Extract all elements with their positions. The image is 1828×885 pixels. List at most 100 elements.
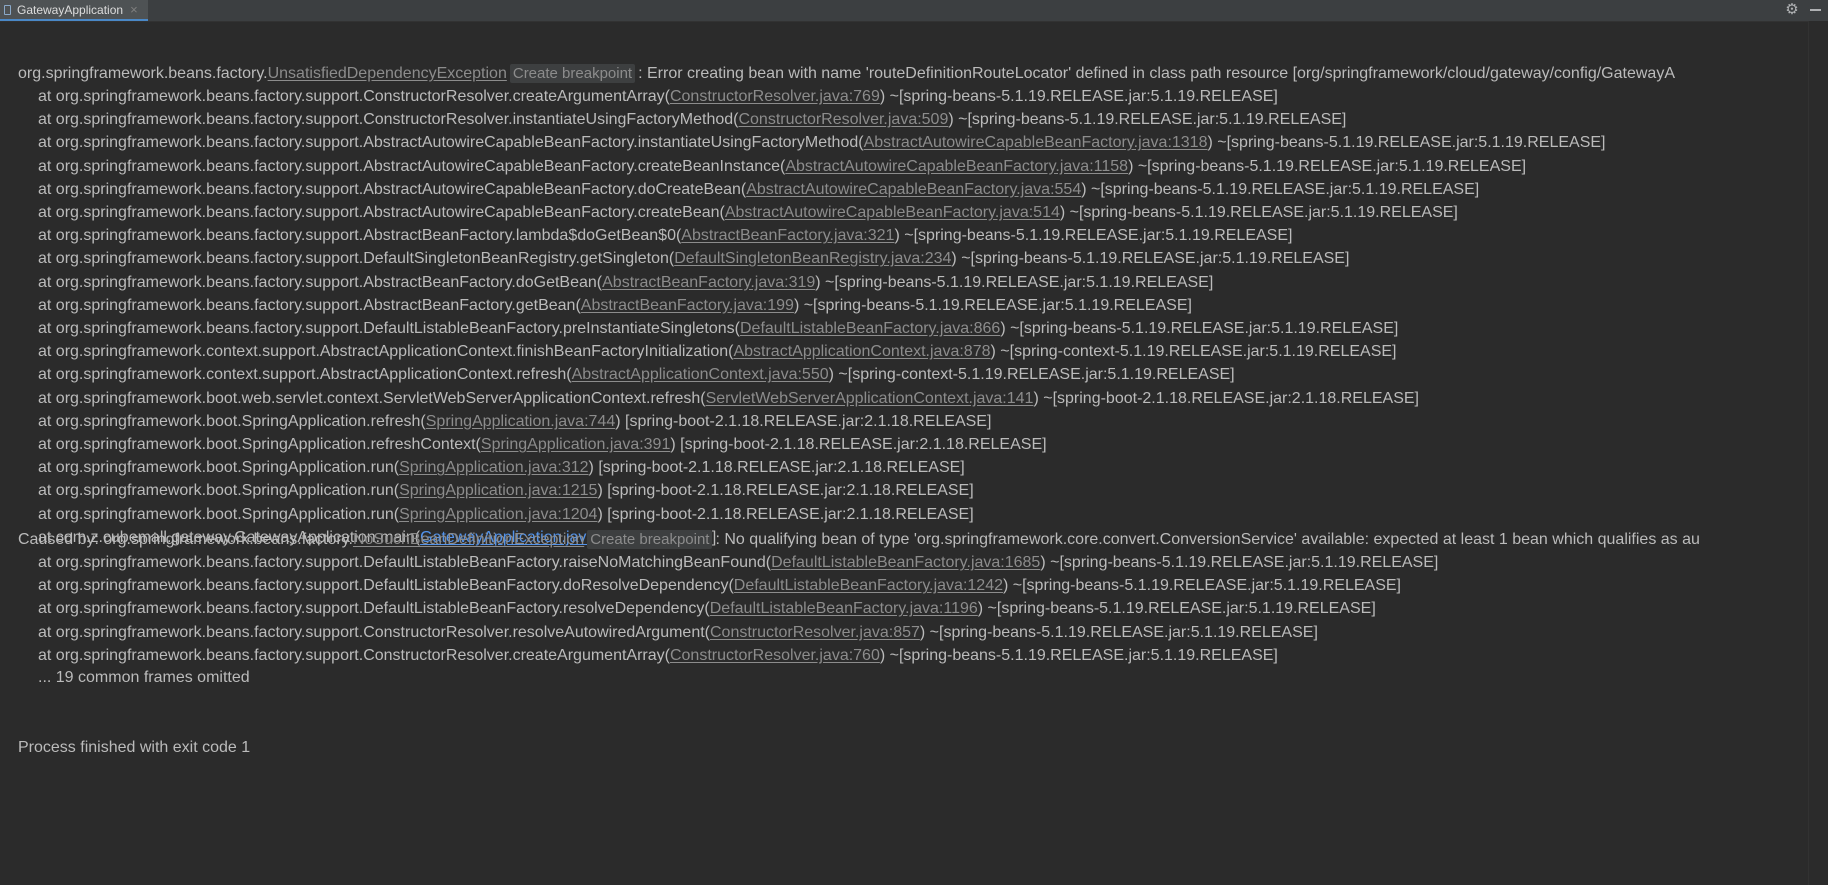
frame-source-link[interactable]: ServletWebServerApplicationContext.java:… — [706, 390, 1034, 407]
frame-source-link[interactable]: DefaultSingletonBeanRegistry.java:234 — [674, 250, 951, 267]
tab-gateway-application[interactable]: GatewayApplication × — [0, 0, 148, 21]
frame-method: at org.springframework.context.support.A… — [38, 366, 572, 384]
frame-method: at org.springframework.beans.factory.sup… — [38, 227, 682, 245]
frame-jar-info: ) ~[spring-beans-5.1.19.RELEASE.jar:5.1.… — [1002, 577, 1401, 595]
run-config-icon — [4, 4, 11, 15]
frame-method: at org.springframework.beans.factory.sup… — [38, 250, 675, 268]
frame-jar-info: ) [spring-boot-2.1.18.RELEASE.jar:2.1.18… — [615, 412, 992, 430]
frame-jar-info: ) ~[spring-beans-5.1.19.RELEASE.jar:5.1.… — [919, 623, 1318, 641]
tool-window-tabbar: GatewayApplication × ⚙ — [0, 0, 1828, 22]
frame-source-link[interactable]: ConstructorResolver.java:857 — [710, 624, 920, 641]
caused-class-link[interactable]: NoSuchBeanDefinitionException — [353, 531, 584, 548]
stack-frame-line: at org.springframework.boot.SpringApplic… — [38, 504, 974, 526]
frame-method: at org.springframework.beans.factory.sup… — [38, 554, 772, 571]
frame-source-link[interactable]: ConstructorResolver.java:760 — [670, 647, 880, 664]
console-output[interactable]: org.springframework.beans.factory.Unsati… — [0, 21, 1809, 885]
frame-source-link[interactable]: AbstractAutowireCapableBeanFactory.java:… — [864, 134, 1208, 151]
create-breakpoint-button[interactable]: Create breakpoint — [587, 530, 713, 549]
stack-frame-line: at org.springframework.beans.factory.sup… — [38, 132, 1605, 154]
stack-frame-line: at org.springframework.beans.factory.sup… — [38, 86, 1278, 108]
frame-source-link[interactable]: AbstractBeanFactory.java:321 — [681, 227, 894, 244]
frame-source-link[interactable]: SpringApplication.java:312 — [399, 459, 588, 476]
frame-source-link[interactable]: SpringApplication.java:391 — [481, 436, 670, 453]
frame-source-link[interactable]: AbstractBeanFactory.java:319 — [602, 274, 815, 291]
frame-method: at org.springframework.boot.SpringApplic… — [38, 436, 481, 453]
frame-source-link[interactable]: ConstructorResolver.java:509 — [738, 111, 948, 128]
frame-jar-info: ) ~[spring-beans-5.1.19.RELEASE.jar:5.1.… — [1081, 180, 1480, 198]
frame-method: at org.springframework.boot.web.servlet.… — [38, 389, 706, 407]
caused-by-line: Caused by: org.springframework.beans.fac… — [18, 529, 1700, 551]
frame-jar-info: ) [spring-boot-2.1.18.RELEASE.jar:2.1.18… — [597, 505, 974, 523]
frame-method: at org.springframework.context.support.A… — [38, 343, 734, 361]
stack-frame-line: at org.springframework.boot.SpringApplic… — [38, 457, 965, 479]
frame-jar-info: ) ~[spring-context-5.1.19.RELEASE.jar:5.… — [828, 366, 1235, 384]
frame-source-link[interactable]: ConstructorResolver.java:769 — [670, 88, 880, 105]
frame-source-link[interactable]: AbstractAutowireCapableBeanFactory.java:… — [725, 204, 1060, 221]
frame-method: at org.springframework.beans.factory.sup… — [38, 88, 670, 105]
frame-method: at org.springframework.beans.factory.sup… — [38, 296, 581, 314]
stack-frame-line: at org.springframework.beans.factory.sup… — [38, 598, 1376, 620]
frame-source-link[interactable]: AbstractAutowireCapableBeanFactory.java:… — [785, 158, 1128, 175]
stack-frame-line: at org.springframework.boot.SpringApplic… — [38, 411, 991, 433]
frame-source-link[interactable]: DefaultListableBeanFactory.java:866 — [740, 320, 1000, 337]
frame-source-link[interactable]: AbstractApplicationContext.java:878 — [733, 343, 990, 360]
frame-jar-info: ) ~[spring-beans-5.1.19.RELEASE.jar:5.1.… — [1059, 204, 1458, 221]
frame-jar-info: ) ~[spring-beans-5.1.19.RELEASE.jar:5.1.… — [1207, 134, 1606, 152]
frame-source-link[interactable]: DefaultListableBeanFactory.java:1196 — [710, 600, 978, 617]
frame-method: at org.springframework.beans.factory.sup… — [38, 623, 710, 641]
stack-frame-line: at org.springframework.beans.factory.sup… — [38, 179, 1479, 201]
frame-method: at org.springframework.beans.factory.sup… — [38, 111, 739, 129]
close-icon[interactable]: × — [130, 3, 138, 16]
frame-jar-info: ) [spring-boot-2.1.18.RELEASE.jar:2.1.18… — [670, 436, 1047, 453]
minimize-icon[interactable] — [1810, 9, 1821, 11]
frame-method: at org.springframework.beans.factory.sup… — [38, 134, 864, 152]
stack-frame-line: at org.springframework.context.support.A… — [38, 364, 1235, 386]
frame-method: at org.springframework.beans.factory.sup… — [38, 646, 670, 664]
frame-method: at org.springframework.boot.SpringApplic… — [38, 482, 400, 500]
frame-method: at org.springframework.boot.SpringApplic… — [38, 505, 400, 523]
stack-frame-line: at org.springframework.beans.factory.sup… — [38, 109, 1346, 131]
vertical-scrollbar[interactable] — [1808, 21, 1828, 885]
create-breakpoint-button[interactable]: Create breakpoint — [509, 64, 636, 83]
exception-class-link[interactable]: UnsatisfiedDependencyException — [268, 65, 507, 82]
stack-frame-line: at org.springframework.beans.factory.sup… — [38, 295, 1192, 317]
frame-source-link[interactable]: AbstractBeanFactory.java:199 — [581, 297, 794, 314]
frame-source-link[interactable]: DefaultListableBeanFactory.java:1242 — [734, 577, 1003, 594]
stack-frame-line: at org.springframework.boot.web.servlet.… — [38, 388, 1419, 410]
stack-frame-line: at org.springframework.beans.factory.sup… — [38, 272, 1213, 294]
stack-frame-line: at org.springframework.beans.factory.sup… — [38, 622, 1318, 644]
frame-jar-info: ) ~[spring-boot-2.1.18.RELEASE.jar:2.1.1… — [1033, 389, 1419, 407]
caused-message: : No qualifying bean of type 'org.spring… — [715, 531, 1700, 548]
frame-method: at org.springframework.beans.factory.sup… — [38, 180, 747, 198]
frame-source-link[interactable]: SpringApplication.java:1215 — [399, 482, 597, 499]
stack-frame-line: at org.springframework.boot.SpringApplic… — [38, 480, 974, 502]
frame-jar-info: ) ~[spring-beans-5.1.19.RELEASE.jar:5.1.… — [1000, 320, 1399, 337]
gear-icon[interactable]: ⚙ — [1784, 2, 1800, 18]
frame-method: at org.springframework.boot.SpringApplic… — [38, 412, 426, 430]
frame-jar-info: ) ~[spring-beans-5.1.19.RELEASE.jar:5.1.… — [879, 646, 1278, 664]
frame-source-link[interactable]: DefaultListableBeanFactory.java:1685 — [771, 554, 1040, 571]
stack-frame-line: at org.springframework.beans.factory.sup… — [38, 645, 1278, 667]
stack-frame-line: at org.springframework.beans.factory.sup… — [38, 248, 1349, 270]
frame-source-link[interactable]: SpringApplication.java:1204 — [399, 506, 597, 523]
frame-jar-info: ) ~[spring-beans-5.1.19.RELEASE.jar:5.1.… — [879, 88, 1278, 105]
frame-method: at org.springframework.boot.SpringApplic… — [38, 459, 400, 477]
stack-frame-line: at org.springframework.beans.factory.sup… — [38, 318, 1398, 340]
frame-jar-info: ) ~[spring-beans-5.1.19.RELEASE.jar:5.1.… — [948, 111, 1347, 129]
stack-frame-line: at org.springframework.beans.factory.sup… — [38, 225, 1292, 247]
frame-source-link[interactable]: AbstractAutowireCapableBeanFactory.java:… — [746, 181, 1081, 198]
exception-message: : Error creating bean with name 'routeDe… — [638, 65, 1675, 82]
frame-jar-info: ) ~[spring-beans-5.1.19.RELEASE.jar:5.1.… — [793, 296, 1192, 314]
frame-jar-info: ) ~[spring-context-5.1.19.RELEASE.jar:5.… — [990, 343, 1397, 361]
stack-frame-line: at org.springframework.context.support.A… — [38, 341, 1396, 363]
frame-source-link[interactable]: SpringApplication.java:744 — [426, 413, 615, 430]
stack-frame-line: at org.springframework.beans.factory.sup… — [38, 552, 1438, 574]
stack-frame-line: at org.springframework.boot.SpringApplic… — [38, 434, 1047, 456]
exception-prefix: org.springframework.beans.factory. — [18, 65, 268, 82]
frame-jar-info: ) ~[spring-beans-5.1.19.RELEASE.jar:5.1.… — [894, 227, 1293, 245]
process-finished-line: Process finished with exit code 1 — [18, 739, 251, 756]
frame-jar-info: ) [spring-boot-2.1.18.RELEASE.jar:2.1.18… — [597, 482, 974, 500]
stack-frame-line: at org.springframework.beans.factory.sup… — [38, 156, 1526, 178]
tab-label: GatewayApplication — [17, 2, 124, 17]
frame-source-link[interactable]: AbstractApplicationContext.java:550 — [572, 366, 829, 383]
